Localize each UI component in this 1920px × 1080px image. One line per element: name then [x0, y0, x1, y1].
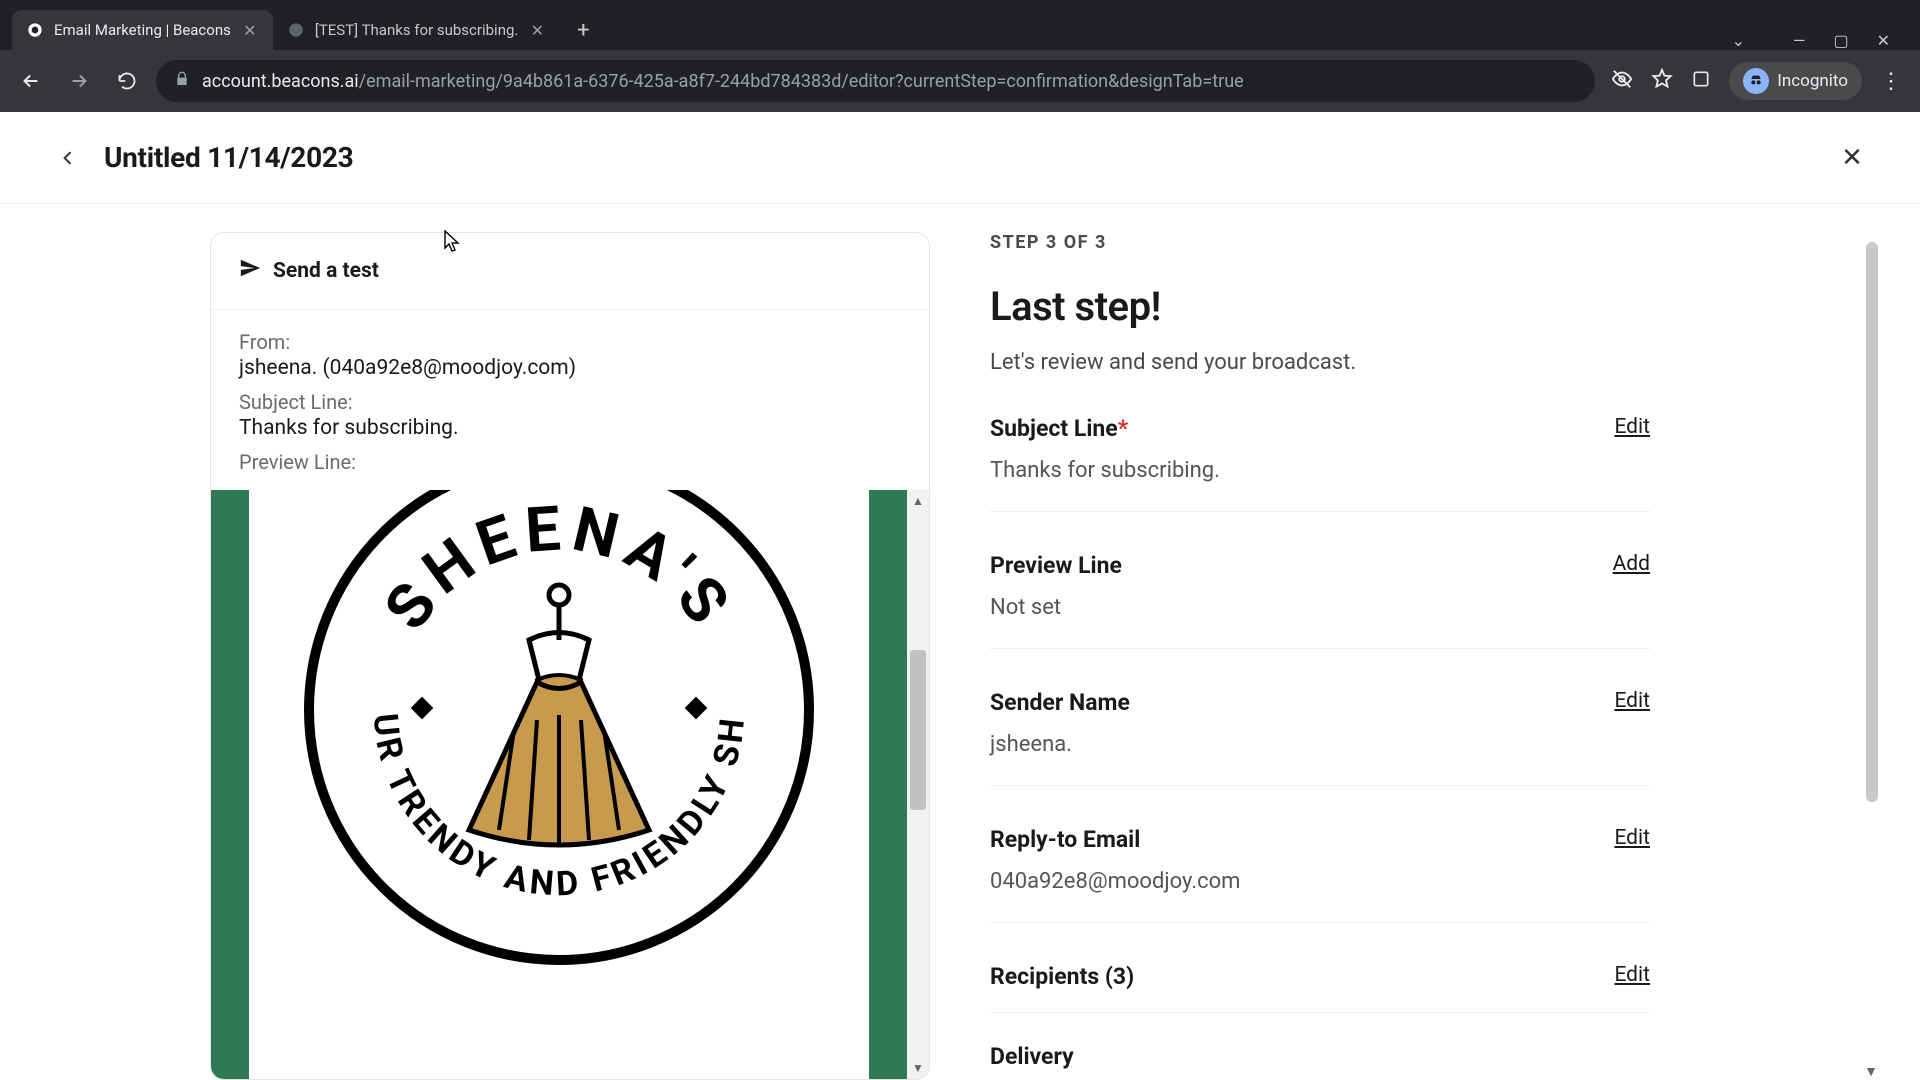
preview-line-label: Preview Line:	[239, 450, 901, 474]
tab-strip: Email Marketing | Beacons ✕ [TEST] Thank…	[0, 0, 1920, 50]
field-label: Reply-to Email	[990, 826, 1140, 853]
edit-reply-button[interactable]: Edit	[1614, 826, 1650, 850]
subject-value: Thanks for subscribing.	[239, 416, 901, 440]
field-subject-line: Subject Line* Edit	[990, 375, 1650, 442]
field-delivery: Delivery	[990, 1013, 1650, 1070]
field-reply-to: Reply-to Email Edit	[990, 786, 1650, 853]
back-arrow-button[interactable]	[50, 140, 86, 176]
field-recipients: Recipients (3) Edit	[990, 923, 1650, 990]
address-bar[interactable]: account.beacons.ai/email-marketing/9a4b8…	[156, 60, 1595, 102]
edit-recipients-button[interactable]: Edit	[1614, 963, 1650, 987]
field-preview-line: Preview Line Add	[990, 512, 1650, 579]
scroll-down-icon[interactable]: ▼	[1864, 1063, 1878, 1080]
preview-column: Send a test From: jsheena. (040a92e8@moo…	[0, 232, 970, 1080]
panel-subtext: Let's review and send your broadcast.	[990, 350, 1650, 375]
eye-off-icon[interactable]	[1611, 68, 1633, 94]
settings-column: STEP 3 OF 3 Last step! Let's review and …	[970, 232, 1920, 1080]
incognito-icon	[1743, 68, 1769, 94]
email-preview-card: Send a test From: jsheena. (040a92e8@moo…	[210, 232, 930, 1080]
app-header: Untitled 11/14/2023 ✕	[0, 112, 1920, 204]
scrollbar-thumb[interactable]	[1866, 242, 1878, 802]
field-label: Preview Line	[990, 552, 1122, 579]
browser-toolbar: account.beacons.ai/email-marketing/9a4b8…	[0, 50, 1920, 112]
bookmark-star-icon[interactable]	[1651, 68, 1673, 94]
kebab-menu-icon[interactable]: ⋮	[1880, 69, 1902, 94]
tab-title: [TEST] Thanks for subscribing.	[315, 21, 519, 39]
page-title: Untitled 11/14/2023	[104, 141, 353, 174]
edit-sender-button[interactable]: Edit	[1614, 689, 1650, 713]
field-label: Recipients (3)	[990, 963, 1134, 990]
toolbar-right: Incognito ⋮	[1605, 62, 1908, 100]
send-test-button[interactable]: Send a test	[211, 233, 929, 310]
preview-value: Not set	[990, 595, 1650, 620]
logo-container: SHEENA'S YOUR TRENDY AND FRIENDLY SHOP	[249, 490, 869, 1079]
panel-headline: Last step!	[990, 283, 1650, 330]
tab-title: Email Marketing | Beacons	[54, 21, 231, 39]
field-sender-name: Sender Name Edit	[990, 649, 1650, 716]
back-button[interactable]	[12, 62, 50, 100]
scroll-up-icon[interactable]: ▲	[907, 490, 929, 512]
field-label: Subject Line*	[990, 415, 1128, 442]
scroll-down-icon[interactable]: ▼	[907, 1057, 929, 1079]
send-test-label: Send a test	[273, 259, 379, 283]
close-icon[interactable]: ✕	[241, 21, 259, 39]
scrollbar-thumb[interactable]	[910, 650, 926, 810]
forward-button[interactable]	[60, 62, 98, 100]
maximize-icon[interactable]: ▢	[1833, 31, 1848, 50]
add-preview-button[interactable]: Add	[1613, 552, 1650, 576]
preview-scrollbar[interactable]: ▲ ▼	[907, 490, 929, 1079]
subject-label: Subject Line:	[239, 390, 901, 414]
step-indicator: STEP 3 OF 3	[990, 232, 1650, 253]
brand-logo: SHEENA'S YOUR TRENDY AND FRIENDLY SHOP	[279, 490, 839, 990]
sender-value: jsheena.	[990, 732, 1650, 757]
field-label: Delivery	[990, 1043, 1074, 1070]
url-text: account.beacons.ai/email-marketing/9a4b8…	[202, 71, 1577, 92]
lock-icon	[174, 71, 190, 92]
settings-panel: STEP 3 OF 3 Last step! Let's review and …	[990, 232, 1650, 1080]
close-editor-button[interactable]: ✕	[1834, 140, 1870, 176]
incognito-chip[interactable]: Incognito	[1729, 62, 1862, 100]
edit-subject-button[interactable]: Edit	[1614, 415, 1650, 439]
email-body: SHEENA'S YOUR TRENDY AND FRIENDLY SHOP	[211, 490, 907, 1079]
close-icon[interactable]: ✕	[528, 21, 546, 39]
browser-chrome: Email Marketing | Beacons ✕ [TEST] Thank…	[0, 0, 1920, 112]
panel-scrollbar[interactable]: ▼	[1864, 232, 1880, 1080]
incognito-label: Incognito	[1777, 71, 1848, 91]
extensions-icon[interactable]	[1691, 69, 1711, 93]
window-controls: ⌄ ― ▢ ✕	[1732, 31, 1908, 50]
field-label: Sender Name	[990, 689, 1130, 716]
tabs-dropdown-icon[interactable]: ⌄	[1732, 31, 1745, 50]
minimize-icon[interactable]: ―	[1793, 31, 1806, 50]
reload-button[interactable]	[108, 62, 146, 100]
tab-test-email[interactable]: [TEST] Thanks for subscribing. ✕	[273, 10, 561, 50]
from-label: From:	[239, 330, 901, 354]
subject-value: Thanks for subscribing.	[990, 458, 1650, 483]
main-content: Send a test From: jsheena. (040a92e8@moo…	[0, 204, 1920, 1080]
favicon-beacons	[26, 21, 44, 39]
favicon-generic	[287, 21, 305, 39]
reply-value: 040a92e8@moodjoy.com	[990, 869, 1650, 894]
new-tab-button[interactable]: +	[566, 13, 600, 47]
email-body-frame: SHEENA'S YOUR TRENDY AND FRIENDLY SHOP	[211, 490, 929, 1079]
email-meta: From: jsheena. (040a92e8@moodjoy.com) Su…	[211, 310, 929, 490]
close-window-icon[interactable]: ✕	[1877, 31, 1890, 50]
tab-email-marketing[interactable]: Email Marketing | Beacons ✕	[12, 10, 273, 50]
from-value: jsheena. (040a92e8@moodjoy.com)	[239, 356, 901, 380]
send-icon	[239, 257, 261, 285]
